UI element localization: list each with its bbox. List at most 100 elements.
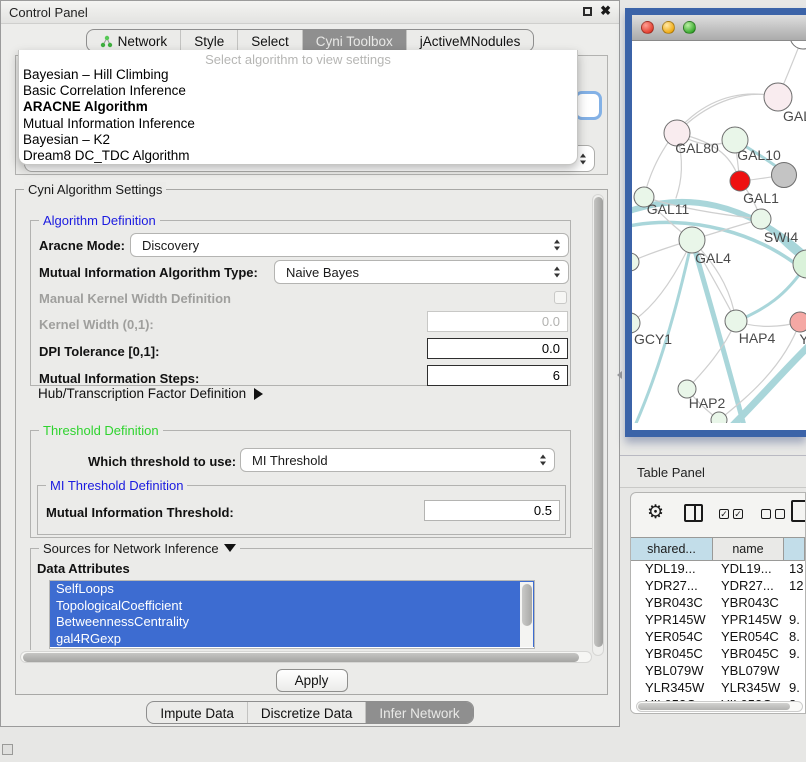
node-label-gal4: GAL4 <box>695 250 731 266</box>
column-header-name[interactable]: name <box>713 538 784 561</box>
attribute-topologicalcoefficient[interactable]: TopologicalCoefficient <box>50 598 534 615</box>
column-header-col2[interactable] <box>784 538 805 561</box>
cyni-algorithm-settings-panel: Cyni Algorithm Settings Algorithm Defini… <box>15 189 608 695</box>
settings-horizontal-scrollbar[interactable] <box>20 651 592 663</box>
network-node[interactable] <box>632 253 639 271</box>
apply-button[interactable]: Apply <box>276 669 348 692</box>
tab-select[interactable]: Select <box>237 30 302 51</box>
table-row[interactable]: YBR043CYBR043C <box>631 595 805 612</box>
tab-impute-data[interactable]: Impute Data <box>147 702 247 723</box>
column-header-shared[interactable]: shared... <box>631 538 713 561</box>
node-label-hap4: HAP4 <box>739 330 776 346</box>
threshold-definition-group: Threshold Definition Which threshold to … <box>30 430 571 538</box>
cell: YPR145W <box>631 612 713 629</box>
hub-definition-expander[interactable]: Hub/Transcription Factor Definition <box>38 386 263 401</box>
tab-infer-network[interactable]: Infer Network <box>365 702 472 723</box>
which-threshold-select[interactable]: MI Threshold <box>240 448 555 472</box>
control-panel-titlebar: Control Panel ✖ <box>1 1 619 24</box>
node-label-gal10: GAL10 <box>737 147 781 163</box>
mi-steps-input[interactable]: 6 <box>427 365 568 386</box>
split-pane-collapse-handle[interactable] <box>617 371 622 379</box>
network-node-hap4[interactable] <box>725 310 747 332</box>
table-horizontal-scrollbar[interactable] <box>636 701 803 712</box>
bottom-tabbar: Impute Data Discretize Data Infer Network <box>1 701 619 724</box>
tab-style[interactable]: Style <box>180 30 237 51</box>
network-node[interactable] <box>790 41 806 49</box>
node-label-y: Y <box>799 331 806 347</box>
table-rows: YDL19...YDL19...13YDR27...YDR27...12YBR0… <box>631 561 805 714</box>
network-node-gal[interactable] <box>764 83 792 111</box>
table-row[interactable]: YPR145WYPR145W9. <box>631 612 805 629</box>
gear-icon[interactable]: ⚙ <box>647 501 664 524</box>
algorithm-option-dream8-dc-tdc-algorithm[interactable]: Dream8 DC_TDC Algorithm <box>19 148 577 164</box>
manual-kernel-checkbox[interactable] <box>554 291 567 304</box>
algorithm-definition-title: Algorithm Definition <box>39 213 160 228</box>
data-attributes-list[interactable]: SelfLoopsTopologicalCoefficientBetweenne… <box>49 580 535 649</box>
mi-type-select[interactable]: Naive Bayes <box>274 260 569 284</box>
settings-hscroll-thumb[interactable] <box>23 653 579 662</box>
cell: YPR145W <box>713 612 784 629</box>
algorithm-option-bayesian-hill-climbing[interactable]: Bayesian – Hill Climbing <box>19 67 577 83</box>
dpi-tolerance-input[interactable]: 0.0 <box>427 338 568 359</box>
algorithm-combo-focus-fragment[interactable] <box>574 91 602 120</box>
mi-steps-label: Mutual Information Steps: <box>39 371 199 386</box>
table-row[interactable]: YBL079WYBL079W <box>631 663 805 680</box>
tab-jactivemnodules[interactable]: jActiveMNodules <box>406 30 534 51</box>
document-icon[interactable] <box>791 500 806 522</box>
unchecked-pair-icon[interactable] <box>761 509 785 519</box>
dpi-tolerance-label: DPI Tolerance [0,1]: <box>39 344 159 359</box>
table-header-row: shared...name <box>631 537 805 561</box>
aracne-mode-select[interactable]: Discovery <box>130 233 569 257</box>
tab-discretize-data[interactable]: Discretize Data <box>247 702 366 723</box>
settings-vertical-scrollbar[interactable] <box>592 194 604 656</box>
network-edge[interactable] <box>687 321 736 389</box>
algorithm-option-basic-correlation-inference[interactable]: Basic Correlation Inference <box>19 83 577 99</box>
tab-label: Network <box>118 34 168 49</box>
network-node[interactable] <box>711 412 727 423</box>
attributes-scrollbar-thumb[interactable] <box>522 584 532 626</box>
attr-items: SelfLoopsTopologicalCoefficientBetweenne… <box>50 581 534 647</box>
settings-vscroll-thumb[interactable] <box>594 197 603 647</box>
table-row[interactable]: YLR345WYLR345W9. <box>631 680 805 697</box>
close-traffic-light-icon[interactable] <box>641 21 654 34</box>
attribute-selfloops[interactable]: SelfLoops <box>50 581 534 598</box>
network-node[interactable] <box>730 171 750 191</box>
network-node[interactable] <box>772 163 797 188</box>
manual-kernel-label: Manual Kernel Width Definition <box>39 291 231 306</box>
tab-cyni-toolbox[interactable]: Cyni Toolbox <box>302 30 406 51</box>
tab-label: Discretize Data <box>261 706 353 721</box>
mi-threshold-input[interactable]: 0.5 <box>424 500 560 521</box>
threshold-definition-title: Threshold Definition <box>39 423 163 438</box>
table-row[interactable]: YDR27...YDR27...12 <box>631 578 805 595</box>
table-toolbar: ⚙ ✓✓ <box>631 493 805 537</box>
kernel-width-input[interactable]: 0.0 <box>427 311 568 332</box>
checked-pair-icon[interactable]: ✓✓ <box>719 509 743 519</box>
float-window-icon[interactable] <box>583 7 592 16</box>
table-hscroll-thumb[interactable] <box>638 703 790 710</box>
control-panel-title: Control Panel <box>9 5 88 20</box>
minimize-traffic-light-icon[interactable] <box>662 21 675 34</box>
table-row[interactable]: YBR045CYBR045C9. <box>631 646 805 663</box>
cell: YER054C <box>713 629 784 646</box>
network-canvas[interactable]: GALGAL80GAL10GAL1SWI4GAL11GAL4GCY1HAP4YH… <box>632 41 806 423</box>
attribute-betweennesscentrality[interactable]: BetweennessCentrality <box>50 614 534 631</box>
split-columns-icon[interactable] <box>684 504 703 522</box>
network-window-titlebar[interactable] <box>632 15 806 41</box>
zoom-traffic-light-icon[interactable] <box>683 21 696 34</box>
tab-network[interactable]: Network <box>87 30 181 51</box>
attributes-scrollbar[interactable] <box>520 582 533 647</box>
algorithm-option-mutual-information-inference[interactable]: Mutual Information Inference <box>19 116 577 132</box>
close-icon[interactable]: ✖ <box>600 5 611 17</box>
minimized-panel-icon[interactable] <box>2 744 13 755</box>
table-row[interactable]: YDL19...YDL19...13 <box>631 561 805 578</box>
cell: 9. <box>784 646 805 663</box>
attribute-gal4rgexp[interactable]: gal4RGexp <box>50 631 534 648</box>
tab-label: Infer Network <box>379 706 459 721</box>
network-node-gal1[interactable] <box>751 209 771 229</box>
algorithm-option-bayesian-k2[interactable]: Bayesian – K2 <box>19 132 577 148</box>
network-node-y[interactable] <box>790 312 806 332</box>
algorithm-option-aracne-algorithm[interactable]: ARACNE Algorithm <box>19 99 577 115</box>
main-tabs: Network StyleSelectCyni ToolboxjActiveMNo… <box>86 29 535 52</box>
table-row[interactable]: YER054CYER054C8. <box>631 629 805 646</box>
network-edge[interactable] <box>677 94 778 133</box>
